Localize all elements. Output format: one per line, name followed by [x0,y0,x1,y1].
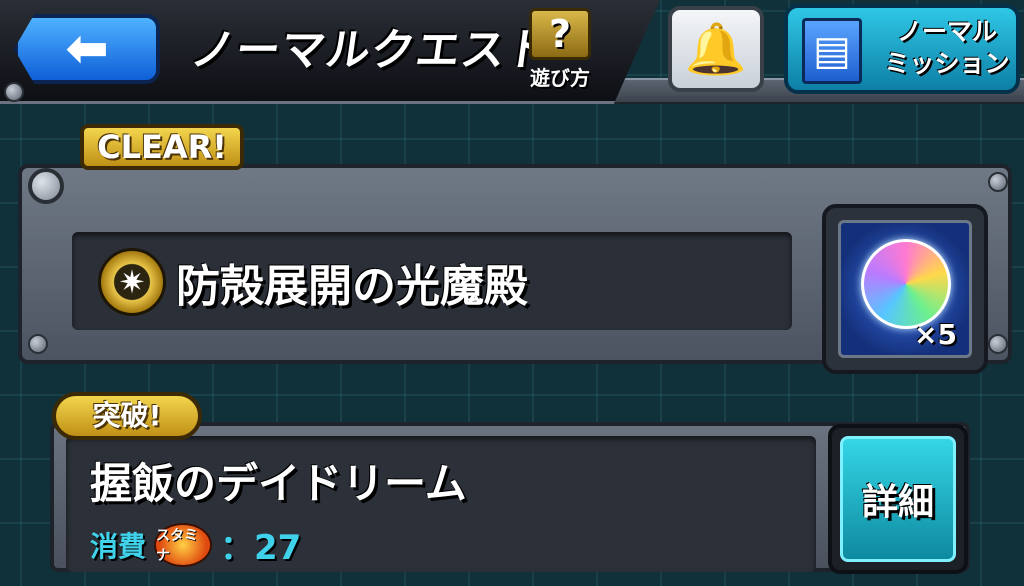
mission-label: ノーマル ミッション [884,17,1010,78]
quest-name: 防殻展開の光魔殿 [176,261,528,312]
book-icon: ▤ [802,18,862,84]
quest-name: 握飯のデイドリーム [90,459,467,508]
rainbow-orb-icon [861,239,951,329]
reward-box: ×5 [822,204,988,374]
page-title: ノーマルクエスト [187,25,555,76]
breakthrough-badge: 突破! [52,392,202,440]
reward-count: ×5 [914,318,957,351]
stamina-icon: スタミナ [154,522,213,567]
screw-icon [988,334,1008,354]
how-to-play-button[interactable]: ? 遊び方 [520,8,600,98]
question-icon: ? [529,8,591,60]
detail-label: 詳細 [840,436,956,562]
detail-button[interactable]: 詳細 [828,424,968,574]
stamina-cost-row: 消費 スタミナ ：27 [90,520,301,569]
quest-card-daydream[interactable]: 握飯のデイドリーム 消費 スタミナ ：27 突破! 詳細 [40,392,974,582]
screw-icon [4,82,24,102]
screw-icon [28,334,48,354]
notification-bell-button[interactable]: 🔔 [668,6,764,92]
how-to-play-label: 遊び方 [530,66,590,90]
pin-icon [10,150,66,206]
clear-badge: CLEAR! [80,124,244,170]
quest-name-box: ✷ 防殻展開の光魔殿 [72,232,792,330]
stamina-value: ：27 [220,528,302,568]
bell-icon: 🔔 [684,19,748,78]
quest-info-box: 握飯のデイドリーム 消費 スタミナ ：27 [66,436,816,572]
header: ⬅ ノーマルクエスト ? 遊び方 🔔 ▤ ノーマル ミッション [0,0,1024,110]
quest-card-light-temple[interactable]: ✷ 防殻展開の光魔殿 ×5 CLEAR! [10,124,1016,374]
normal-mission-button[interactable]: ▤ ノーマル ミッション [784,4,1020,94]
cost-label: 消費 [90,529,147,563]
quest-card-frame: ✷ 防殻展開の光魔殿 ×5 [18,164,1012,374]
reward-slot: ×5 [838,220,972,358]
light-element-icon: ✷ [98,248,166,316]
screw-icon [988,172,1008,192]
arrow-left-icon: ⬅ [65,19,109,79]
back-button[interactable]: ⬅ [14,14,160,84]
